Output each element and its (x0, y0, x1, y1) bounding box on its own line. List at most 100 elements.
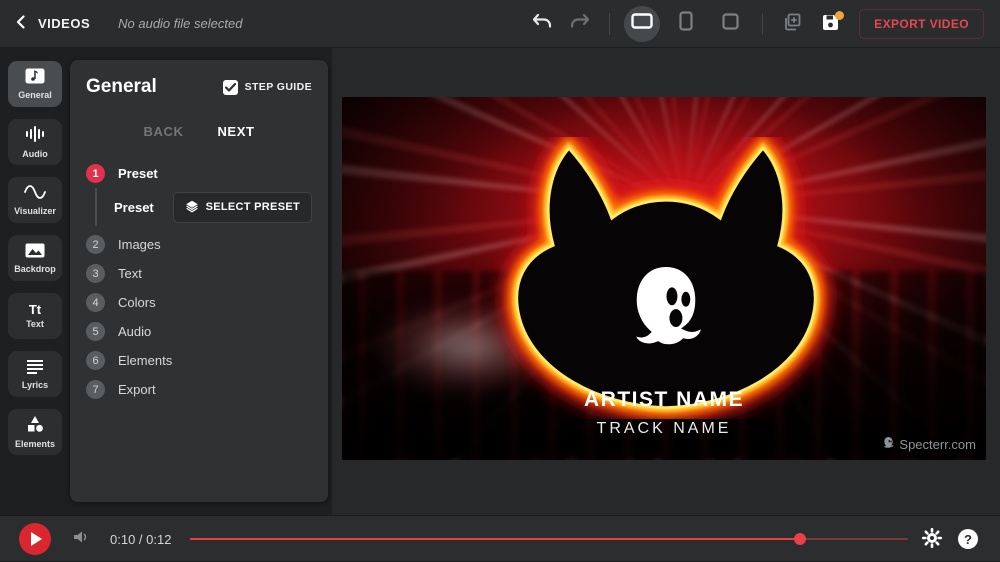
step-guide-toggle[interactable]: STEP GUIDE (223, 80, 312, 95)
export-video-button[interactable]: EXPORT VIDEO (859, 9, 984, 39)
sidebar-label: Elements (15, 439, 55, 449)
gear-icon (922, 536, 942, 551)
step-label: Text (118, 266, 142, 281)
sidebar-item-text[interactable]: Tt Text (8, 293, 62, 339)
progress-fill (190, 538, 800, 540)
aspect-square-button[interactable] (712, 6, 748, 42)
aspect-landscape-button[interactable] (624, 6, 660, 42)
save-button[interactable] (815, 9, 845, 39)
step-item-images[interactable]: 2 Images (86, 230, 312, 259)
step-label: Images (118, 237, 161, 252)
panel-header: General STEP GUIDE (86, 76, 312, 98)
topbar-divider-2 (762, 13, 763, 35)
square-icon (722, 13, 739, 35)
text-icon: Tt (29, 304, 41, 316)
step-label: Preset (118, 166, 158, 181)
add-to-library-button[interactable] (777, 9, 807, 39)
sidebar-item-audio[interactable]: Audio (8, 119, 62, 165)
step-guide-label: STEP GUIDE (245, 81, 312, 93)
seek-bar[interactable] (190, 516, 908, 562)
wizard-nav: BACK NEXT (86, 124, 312, 139)
redo-button[interactable] (565, 9, 595, 39)
sine-wave-icon (24, 184, 46, 203)
play-icon (31, 532, 42, 546)
settings-button[interactable] (922, 528, 942, 551)
top-bar: VIDEOS No audio file selected (0, 0, 1000, 48)
progress-handle[interactable] (794, 533, 806, 545)
videos-label[interactable]: VIDEOS (38, 16, 90, 31)
preview-stage: ARTIST NAME TRACK NAME Specterr.com (332, 48, 1000, 515)
portrait-icon (679, 11, 693, 36)
back-button[interactable] (14, 15, 28, 32)
volume-button[interactable] (72, 529, 90, 548)
step-label: Elements (118, 353, 172, 368)
topbar-right: EXPORT VIDEO (527, 6, 1000, 42)
step-number-badge: 1 (86, 164, 105, 183)
topbar-divider (609, 13, 610, 35)
sidebar-label: Text (26, 319, 44, 329)
watermark: Specterr.com (882, 436, 976, 452)
step-item-elements[interactable]: 6 Elements (86, 346, 312, 375)
aspect-portrait-button[interactable] (668, 6, 704, 42)
sidebar-label: Visualizer (14, 206, 56, 216)
watermark-text: Specterr.com (899, 437, 976, 452)
image-icon (25, 243, 45, 261)
preset-field-label: Preset (114, 200, 154, 215)
page-title: General (86, 76, 157, 98)
shapes-icon (26, 416, 44, 436)
redo-icon (569, 13, 591, 34)
step-number-badge: 6 (86, 351, 105, 370)
step-number-badge: 3 (86, 264, 105, 283)
video-preview[interactable]: ARTIST NAME TRACK NAME Specterr.com (342, 97, 986, 460)
save-badge (835, 11, 844, 20)
visualizer-shape (460, 137, 872, 419)
specterr-ghost-icon (882, 436, 895, 452)
sidebar-label: General (18, 90, 52, 100)
topbar-left: VIDEOS No audio file selected (0, 15, 242, 32)
help-button[interactable]: ? (958, 529, 978, 549)
step-label: Export (118, 382, 156, 397)
play-button[interactable] (19, 523, 51, 555)
step-number-badge: 4 (86, 293, 105, 312)
app-root: VIDEOS No audio file selected (0, 0, 1000, 561)
music-video-icon (25, 68, 45, 87)
question-mark-icon: ? (964, 532, 972, 547)
landscape-icon (631, 13, 653, 34)
volume-icon (72, 533, 90, 548)
step-item-colors[interactable]: 4 Colors (86, 288, 312, 317)
wizard-next-button[interactable]: NEXT (217, 124, 254, 139)
sidebar-label: Lyrics (22, 380, 48, 390)
sidebar-item-visualizer[interactable]: Visualizer (8, 177, 62, 223)
step-number-badge: 5 (86, 322, 105, 341)
step-item-text[interactable]: 3 Text (86, 259, 312, 288)
preset-sub-row: Preset SELECT PRESET (86, 192, 312, 222)
sidebar-item-lyrics[interactable]: Lyrics (8, 351, 62, 397)
tool-sidebar: General Audio Visualizer Backdrop Tt Tex… (8, 61, 62, 455)
step-item-preset[interactable]: 1 Preset (86, 159, 312, 188)
wizard-back-button[interactable]: BACK (143, 124, 183, 139)
time-display: 0:10 / 0:12 (110, 532, 171, 547)
undo-button[interactable] (527, 9, 557, 39)
step-label: Colors (118, 295, 156, 310)
checkbox-checked-icon[interactable] (223, 80, 238, 95)
step-item-export[interactable]: 7 Export (86, 375, 312, 404)
sidebar-item-elements[interactable]: Elements (8, 409, 62, 455)
chevron-left-icon (14, 15, 28, 32)
step-item-audio[interactable]: 5 Audio (86, 317, 312, 346)
general-panel: General STEP GUIDE BACK NEXT 1 Preset Pr… (70, 60, 328, 502)
step-number-badge: 2 (86, 235, 105, 254)
step-number-badge: 7 (86, 380, 105, 399)
layers-icon (185, 199, 199, 216)
player-bar: 0:10 / 0:12 ? (0, 515, 1000, 561)
equalizer-icon (25, 125, 45, 146)
artist-name-text[interactable]: ARTIST NAME (342, 388, 986, 412)
sidebar-label: Backdrop (14, 264, 56, 274)
sidebar-item-general[interactable]: General (8, 61, 62, 107)
select-preset-button[interactable]: SELECT PRESET (173, 192, 312, 223)
lines-icon (26, 359, 44, 377)
step-label: Audio (118, 324, 151, 339)
sidebar-label: Audio (22, 149, 48, 159)
select-preset-label: SELECT PRESET (206, 201, 300, 213)
library-add-icon (782, 12, 802, 35)
sidebar-item-backdrop[interactable]: Backdrop (8, 235, 62, 281)
